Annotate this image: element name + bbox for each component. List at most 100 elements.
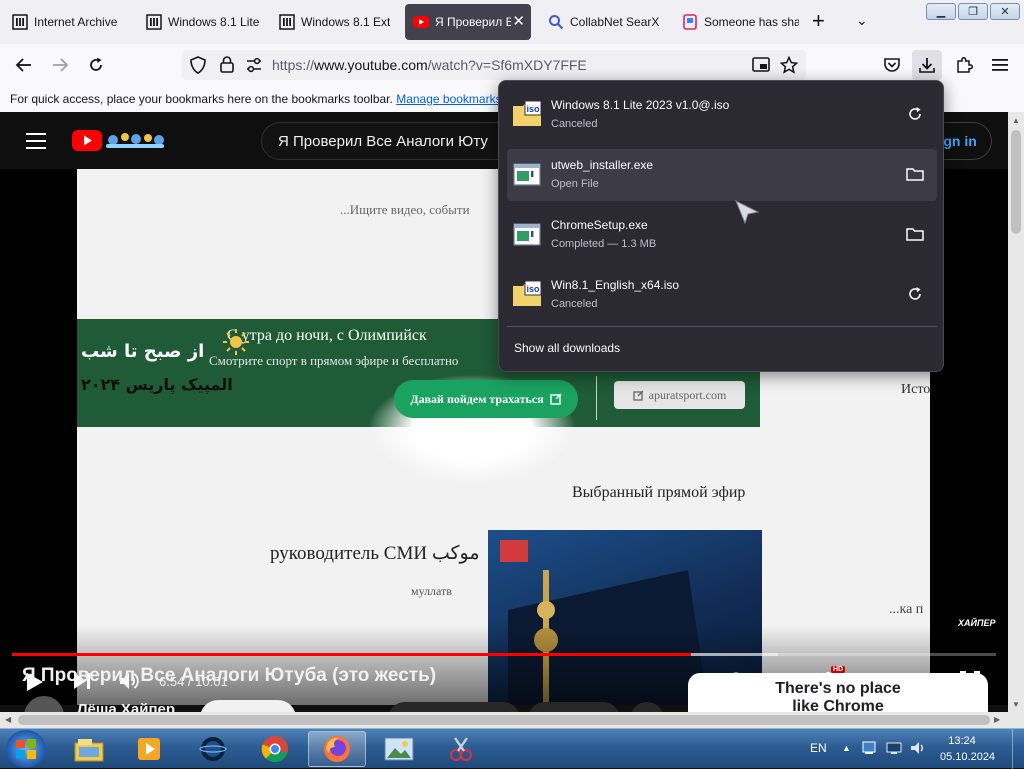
image-viewer-icon[interactable] (370, 731, 428, 767)
reload-icon (90, 57, 102, 71)
new-tab-button[interactable]: + (812, 10, 825, 32)
video-title: Я Проверил Все Аналоги Ютуба (это жесть) (22, 665, 437, 686)
tab-youtube-active[interactable]: Я Проверил В ✕ (405, 4, 531, 40)
tab-windows-lite[interactable]: Windows 8.1 Lite (138, 4, 268, 40)
url-bar[interactable]: https://www.youtube.com/watch?v=Sf6mXDY7… (182, 50, 806, 80)
action-center-icon[interactable] (862, 741, 876, 760)
pocket-button[interactable] (880, 53, 904, 77)
tab-label: Internet Archive (34, 15, 118, 29)
banner-site-label: apuratsport.com (648, 387, 727, 402)
clock-time[interactable]: 13:24 (942, 735, 982, 747)
subscribe-button[interactable] (200, 700, 296, 712)
banner-cta-label: Давай пойдем трахаться (410, 391, 544, 406)
download-item[interactable]: iso Win8.1_English_x64.iso Canceled (507, 269, 937, 321)
banner-cta-button[interactable]: Давай пойдем трахаться (394, 380, 578, 418)
download-item[interactable]: iso Windows 8.1 Lite 2023 v1.0@.iso Canc… (507, 89, 937, 141)
close-window-button[interactable]: ✕ (990, 3, 1020, 20)
lock-icon[interactable] (220, 56, 234, 78)
back-button[interactable] (12, 53, 36, 77)
mouse-cursor-icon (734, 199, 760, 230)
close-tab-icon[interactable]: ✕ (512, 14, 525, 29)
downloads-button[interactable] (912, 50, 942, 80)
file-explorer-icon[interactable] (60, 731, 118, 767)
progress-bar[interactable] (12, 653, 996, 656)
show-all-downloads-button[interactable]: Show all downloads (514, 341, 620, 355)
scrollbar-thumb[interactable] (1011, 130, 1021, 234)
manage-bookmarks-link[interactable]: Manage bookmarks… (396, 92, 513, 106)
chrome-ad-card[interactable]: There's no place like Chrome (688, 673, 988, 712)
retry-icon[interactable] (905, 284, 925, 304)
media-player-icon[interactable] (120, 731, 178, 767)
reload-button[interactable] (84, 53, 108, 77)
chrome-icon[interactable] (246, 731, 304, 767)
banner-site-button[interactable]: apuratsport.com (614, 381, 745, 409)
tab-label: CollabNet SearX (570, 15, 660, 29)
url-scheme: https:// (272, 57, 315, 73)
download-status: Completed — 1.3 MB (551, 238, 657, 250)
download-status: Canceled (551, 298, 598, 310)
tab-windows-ext[interactable]: Windows 8.1 Ext (271, 4, 401, 40)
url-path: /watch?v=Sf6mXDY7FFE (427, 57, 587, 73)
tab-collabnet[interactable]: CollabNet SearX (540, 4, 670, 40)
download-item[interactable]: ChromeSetup.exe Completed — 1.3 MB (507, 209, 937, 261)
site-permissions-icon[interactable] (246, 57, 262, 78)
download-name: ChromeSetup.exe (551, 218, 648, 232)
search-value: Я Проверил Все Аналоги Юту (278, 133, 488, 150)
app-menu-button[interactable] (988, 53, 1012, 77)
guide-menu-button[interactable] (26, 133, 46, 154)
extensions-button[interactable] (952, 53, 976, 77)
retry-icon[interactable] (905, 104, 925, 124)
youtube-search-input[interactable]: Я Проверил Все Аналоги Юту (261, 122, 501, 160)
download-icon (919, 58, 935, 73)
horizontal-scrollbar[interactable]: ◀ ▶ (0, 712, 1008, 728)
like-button[interactable] (388, 702, 520, 712)
sign-in-button[interactable]: Sign in (930, 122, 992, 160)
hamburger-menu-icon (992, 59, 1008, 71)
forward-button[interactable] (48, 53, 72, 77)
input-language-indicator[interactable]: EN (810, 741, 827, 755)
show-hidden-icons-button[interactable]: ▲ (842, 743, 851, 753)
snipping-tool-icon[interactable] (432, 731, 490, 767)
exe-file-icon (511, 158, 543, 190)
brand-icon (682, 14, 698, 30)
volume-tray-icon[interactable] (910, 741, 926, 760)
maximize-button[interactable]: ❐ (958, 3, 988, 20)
tab-someone-shared[interactable]: Someone has sha (674, 4, 799, 40)
archive-icon (279, 14, 295, 30)
tab-label: Windows 8.1 Ext (301, 15, 391, 29)
clock-date[interactable]: 05.10.2024 (940, 751, 995, 763)
scroll-down-icon[interactable]: ▼ (1012, 700, 1020, 709)
share-button[interactable] (528, 702, 620, 712)
folder-icon[interactable] (905, 164, 925, 184)
url-host: www.youtube.com (314, 57, 428, 73)
tab-label: Someone has sha (704, 15, 799, 29)
list-all-tabs-button[interactable]: ⌄ (856, 12, 868, 29)
network-icon[interactable] (886, 741, 902, 760)
download-name: Win8.1_English_x64.iso (551, 278, 680, 292)
show-desktop-button[interactable] (1012, 729, 1024, 769)
download-item[interactable]: utweb_installer.exe Open File (507, 149, 937, 201)
download-name: utweb_installer.exe (551, 158, 654, 172)
tracking-protection-shield-icon[interactable] (190, 56, 206, 79)
download-name: Windows 8.1 Lite 2023 v1.0@.iso (551, 98, 730, 112)
iso-file-icon: iso (511, 278, 543, 310)
channel-name[interactable]: Лёша Хайпер (77, 701, 175, 712)
folder-icon[interactable] (905, 224, 925, 244)
youtube-logo[interactable] (72, 128, 168, 157)
iso-file-icon: iso (511, 98, 543, 130)
frame-search-hint: ...Ищите видео, событи (340, 202, 470, 217)
vertical-scrollbar[interactable]: ▲ ▼ (1008, 112, 1024, 728)
scroll-up-icon[interactable]: ▲ (1012, 116, 1020, 125)
firefox-icon[interactable] (308, 731, 366, 767)
scroll-left-icon[interactable]: ◀ (5, 715, 11, 724)
picture-in-picture-icon[interactable] (752, 56, 770, 79)
tab-strip: Internet Archive Windows 8.1 Lite Window… (0, 0, 1024, 44)
url-text[interactable]: https://www.youtube.com/watch?v=Sf6mXDY7… (272, 57, 587, 73)
space-app-icon[interactable] (184, 731, 242, 767)
bookmark-star-icon[interactable] (779, 55, 799, 79)
scroll-right-icon[interactable]: ▶ (994, 715, 1000, 724)
start-button[interactable] (6, 730, 46, 768)
minimize-button[interactable]: ▁ (926, 3, 956, 20)
tab-internet-archive[interactable]: Internet Archive (4, 4, 134, 40)
hscrollbar-thumb[interactable] (18, 715, 990, 725)
